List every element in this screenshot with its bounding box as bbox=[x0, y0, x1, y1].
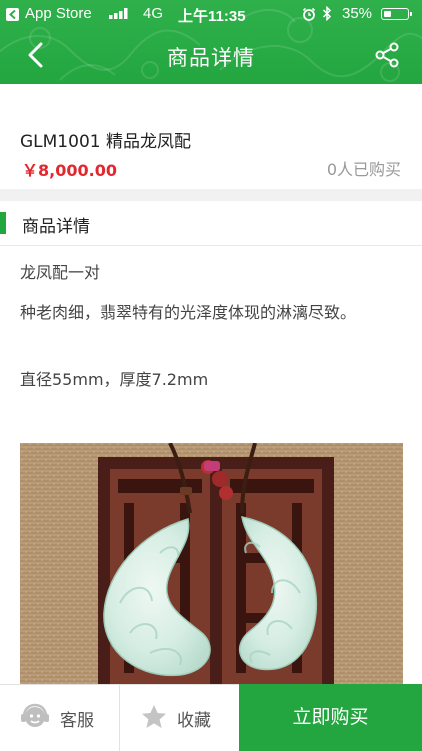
product-info: GLM1001 精品龙凤配 ￥8,000.00 0人已购买 bbox=[0, 84, 422, 189]
sold-count: 0人已购买 bbox=[326, 160, 401, 179]
alarm-icon bbox=[302, 7, 316, 21]
star-icon bbox=[142, 705, 166, 728]
share-icon[interactable] bbox=[372, 40, 402, 70]
battery-nub bbox=[410, 12, 412, 16]
return-app-label[interactable]: App Store bbox=[25, 5, 92, 22]
battery-level bbox=[383, 10, 392, 17]
customer-service-button[interactable]: 客服 bbox=[0, 685, 120, 751]
customer-service-icon bbox=[21, 703, 49, 727]
clock: 上午11:35 bbox=[178, 8, 246, 25]
description-line: 种老肉细，翡翠特有的光泽度体现的淋漓尽致。 bbox=[20, 303, 357, 322]
status-bar: App Store 4G 上午11:35 35% bbox=[0, 0, 422, 28]
page-title: 商品详情 bbox=[167, 46, 255, 70]
network-type: 4G bbox=[143, 5, 164, 22]
product-name: GLM1001 精品龙凤配 bbox=[20, 132, 191, 152]
buy-now-button[interactable]: 立即购买 bbox=[239, 684, 422, 751]
product-photo bbox=[20, 443, 403, 685]
product-price: ￥8,000.00 bbox=[22, 161, 117, 180]
signal-bars-icon bbox=[109, 8, 128, 19]
favorite-button[interactable]: 收藏 bbox=[120, 685, 238, 751]
battery-icon bbox=[381, 8, 412, 20]
back-arrow-icon[interactable] bbox=[6, 8, 19, 21]
section-divider bbox=[0, 189, 422, 201]
jade-pendant-illustration bbox=[20, 443, 403, 685]
app-header: App Store 4G 上午11:35 35% 商品详情 bbox=[0, 0, 422, 84]
bluetooth-icon bbox=[322, 6, 332, 21]
description-line: 直径55mm，厚度7.2mm bbox=[20, 370, 209, 389]
favorite-label: 收藏 bbox=[177, 711, 211, 731]
description-line: 龙凤配一对 bbox=[20, 263, 101, 282]
bottom-action-bar: 客服 收藏 立即购买 bbox=[0, 684, 422, 751]
battery-percent: 35% bbox=[342, 5, 373, 22]
detail-section-title: 商品详情 bbox=[22, 217, 90, 237]
detail-section-header: 商品详情 bbox=[0, 201, 422, 246]
navigation-bar: 商品详情 bbox=[0, 28, 422, 84]
customer-service-label: 客服 bbox=[60, 711, 94, 731]
section-accent-bar bbox=[0, 212, 6, 234]
